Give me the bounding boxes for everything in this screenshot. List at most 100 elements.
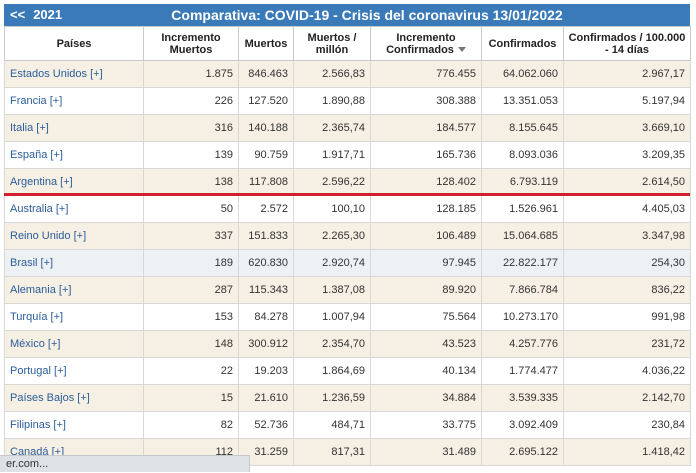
country-link[interactable]: Argentina [+] [4, 168, 144, 196]
country-link[interactable]: Reino Unido [+] [4, 222, 144, 250]
table-row: Estados Unidos [+] 1.875 846.463 2.566,83 77… [4, 60, 691, 88]
table-row: Alemania [+] 287 115.343 1.387,08 89.920 7.86… [4, 276, 691, 304]
table-row: Turquía [+] 153 84.278 1.007,94 75.564 10.273… [4, 303, 691, 331]
cell-muertos-millon: 1.387,08 [293, 276, 371, 304]
browser-status-bar: er.com... [0, 455, 250, 472]
table-row: Argentina [+] 138 117.808 2.596,22 128.402 6.… [4, 168, 691, 196]
table-row: Portugal [+] 22 19.203 1.864,69 40.134 1.774.… [4, 357, 691, 385]
cell-muertos: 846.463 [238, 60, 294, 88]
column-header-confirmados[interactable]: Confirmados [481, 26, 564, 61]
cell-muertos: 84.278 [238, 303, 294, 331]
cell-confirmados-14-dias: 2.142,70 [563, 384, 691, 412]
cell-muertos-millon: 1.890,88 [293, 87, 371, 115]
country-link[interactable]: Filipinas [+] [4, 411, 144, 439]
cell-confirmados: 4.257.776 [481, 330, 564, 358]
cell-incremento-muertos: 50 [143, 195, 239, 223]
country-link[interactable]: Australia [+] [4, 195, 144, 223]
cell-incremento-muertos: 148 [143, 330, 239, 358]
cell-incremento-confirmados: 128.185 [370, 195, 482, 223]
cell-muertos-millon: 2.265,30 [293, 222, 371, 250]
table-body: Estados Unidos [+] 1.875 846.463 2.566,83 77… [4, 60, 691, 466]
cell-confirmados-14-dias: 991,98 [563, 303, 691, 331]
cell-muertos-millon: 2.354,70 [293, 330, 371, 358]
country-link[interactable]: México [+] [4, 330, 144, 358]
cell-confirmados-14-dias: 3.209,35 [563, 141, 691, 169]
cell-confirmados: 2.695.122 [481, 438, 564, 466]
country-link[interactable]: Estados Unidos [+] [4, 60, 144, 88]
table-row: Francia [+] 226 127.520 1.890,88 308.388 13.3… [4, 87, 691, 115]
cell-incremento-muertos: 139 [143, 141, 239, 169]
cell-confirmados-14-dias: 2.614,50 [563, 168, 691, 196]
header-row: Países Incremento Muertos Muertos Muerto… [4, 26, 691, 61]
cell-muertos: 620.830 [238, 249, 294, 277]
cell-muertos: 115.343 [238, 276, 294, 304]
table-row: Filipinas [+] 82 52.736 484,71 33.775 3.092.4… [4, 411, 691, 439]
cell-incremento-muertos: 22 [143, 357, 239, 385]
previous-year-link[interactable]: << 2021 [10, 4, 62, 26]
country-link[interactable]: Italia [+] [4, 114, 144, 142]
cell-muertos-millon: 484,71 [293, 411, 371, 439]
covid-comparison-widget: << 2021 Comparativa: COVID-19 - Crisis de… [4, 4, 691, 466]
column-header-muertos-millon[interactable]: Muertos / millón [293, 26, 371, 61]
cell-incremento-muertos: 138 [143, 168, 239, 196]
cell-incremento-confirmados: 184.577 [370, 114, 482, 142]
back-arrows-icon: << [10, 7, 26, 22]
cell-incremento-confirmados: 776.455 [370, 60, 482, 88]
country-link[interactable]: España [+] [4, 141, 144, 169]
table-row: Países Bajos [+] 15 21.610 1.236,59 34.884 3.… [4, 384, 691, 412]
country-link[interactable]: Francia [+] [4, 87, 144, 115]
cell-confirmados: 1.526.961 [481, 195, 564, 223]
cell-incremento-confirmados: 43.523 [370, 330, 482, 358]
cell-confirmados: 6.793.119 [481, 168, 564, 196]
cell-muertos-millon: 1.917,71 [293, 141, 371, 169]
cell-incremento-muertos: 287 [143, 276, 239, 304]
cell-incremento-confirmados: 89.920 [370, 276, 482, 304]
table-row: Brasil [+] 189 620.830 2.920,74 97.945 22.822… [4, 249, 691, 277]
sort-descending-icon [457, 47, 466, 53]
title-bar: << 2021 Comparativa: COVID-19 - Crisis de… [4, 4, 690, 26]
cell-confirmados: 15.064.685 [481, 222, 564, 250]
cell-confirmados: 22.822.177 [481, 249, 564, 277]
cell-incremento-confirmados: 34.884 [370, 384, 482, 412]
year-label: 2021 [33, 7, 63, 22]
table-row: Reino Unido [+] 337 151.833 2.265,30 106.489… [4, 222, 691, 250]
cell-incremento-confirmados: 106.489 [370, 222, 482, 250]
cell-confirmados: 7.866.784 [481, 276, 564, 304]
page-title: Comparativa: COVID-19 - Crisis del coron… [171, 7, 563, 23]
column-header-confirmados-14-dias[interactable]: Confirmados / 100.000 - 14 días [563, 26, 691, 61]
cell-confirmados: 3.539.335 [481, 384, 564, 412]
country-link[interactable]: Turquía [+] [4, 303, 144, 331]
cell-confirmados-14-dias: 2.967,17 [563, 60, 691, 88]
cell-muertos: 19.203 [238, 357, 294, 385]
column-header-muertos[interactable]: Muertos [238, 26, 294, 61]
table-row: España [+] 139 90.759 1.917,71 165.736 8.093.… [4, 141, 691, 169]
status-url: er.com... [6, 458, 49, 470]
country-link[interactable]: Brasil [+] [4, 249, 144, 277]
column-header-paises[interactable]: Países [4, 26, 144, 61]
cell-muertos-millon: 1.236,59 [293, 384, 371, 412]
cell-confirmados-14-dias: 836,22 [563, 276, 691, 304]
country-link[interactable]: Portugal [+] [4, 357, 144, 385]
highlight-underline [4, 193, 690, 196]
cell-incremento-muertos: 153 [143, 303, 239, 331]
cell-confirmados: 10.273.170 [481, 303, 564, 331]
cell-muertos-millon: 2.596,22 [293, 168, 371, 196]
cell-muertos-millon: 1.864,69 [293, 357, 371, 385]
cell-incremento-confirmados: 128.402 [370, 168, 482, 196]
country-link[interactable]: Países Bajos [+] [4, 384, 144, 412]
cell-incremento-muertos: 316 [143, 114, 239, 142]
cell-confirmados-14-dias: 230,84 [563, 411, 691, 439]
column-header-incremento-confirmados-label: Incremento Confirmados [386, 31, 456, 56]
cell-confirmados-14-dias: 4.405,03 [563, 195, 691, 223]
cell-muertos: 90.759 [238, 141, 294, 169]
country-link[interactable]: Alemania [+] [4, 276, 144, 304]
cell-muertos: 2.572 [238, 195, 294, 223]
column-header-incremento-muertos[interactable]: Incremento Muertos [143, 26, 239, 61]
cell-incremento-confirmados: 97.945 [370, 249, 482, 277]
column-header-incremento-confirmados[interactable]: Incremento Confirmados [370, 26, 482, 61]
cell-incremento-confirmados: 308.388 [370, 87, 482, 115]
cell-confirmados-14-dias: 1.418,42 [563, 438, 691, 466]
cell-incremento-muertos: 1.875 [143, 60, 239, 88]
cell-confirmados-14-dias: 4.036,22 [563, 357, 691, 385]
cell-confirmados-14-dias: 254,30 [563, 249, 691, 277]
